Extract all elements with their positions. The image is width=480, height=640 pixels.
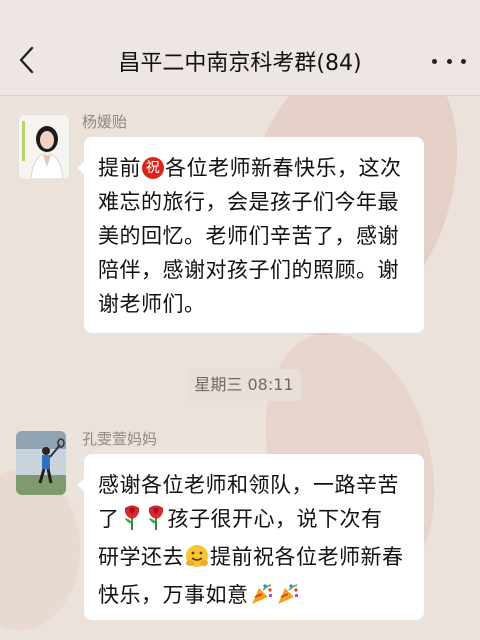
more-dots-icon [461, 58, 466, 64]
message-text: 各位老师新春快乐，这次 [165, 156, 402, 180]
message-line: 难忘的旅行，会是孩子们今年最 [98, 190, 399, 214]
sender-name: 孔雯萱妈妈 [82, 430, 158, 448]
back-button[interactable] [12, 44, 44, 76]
message-text: 提前祝各位老师新春 [210, 545, 404, 569]
message-text: 研学还去 [98, 545, 184, 569]
avatar[interactable] [18, 114, 70, 180]
avatar-woman-photo [19, 115, 69, 179]
message-line: 了 孩子很开心，说下次有 [98, 502, 410, 540]
message-line: 快乐，万事如意 [98, 578, 410, 616]
message-text: 提前 [98, 156, 141, 180]
message-line: 感谢各位老师和领队，一路辛苦 [98, 473, 399, 497]
more-dots-icon [432, 58, 437, 64]
party-popper-emoji-icon [250, 582, 274, 616]
zhu-badge-icon: 祝 [142, 157, 164, 179]
message-line: 美的回忆。老师们辛苦了，感谢 [98, 224, 399, 248]
timestamp: 星期三 08:11 [187, 369, 301, 401]
avatar-badminton-photo [16, 431, 66, 495]
sender-name: 杨媛贻 [82, 113, 128, 131]
message-text: 快乐，万事如意 [98, 583, 249, 607]
more-dots-icon [446, 58, 452, 64]
message-text: 了 [98, 507, 120, 531]
chevron-left-icon [19, 46, 34, 74]
message-text: 孩子很开心，说下次有 [167, 507, 383, 531]
message-bubble[interactable]: 提前祝各位老师新春快乐，这次 难忘的旅行，会是孩子们今年最 美的回忆。老师们辛苦… [77, 137, 424, 333]
message-line: 陪伴，感谢对孩子们的照顾。谢 [98, 258, 399, 282]
message-line: 提前祝各位老师新春快乐，这次 [98, 151, 410, 185]
message-bubble[interactable]: 感谢各位老师和领队，一路辛苦 了 孩子很开心，说下次有 研学还去 提前祝各位老师… [77, 454, 424, 620]
chat-title: 昌平二中南京科考群(84) [118, 51, 362, 76]
message-line: 谢老师们。 [98, 292, 206, 316]
chat-header: 昌平二中南京科考群(84) [0, 0, 480, 96]
rose-emoji-icon [121, 504, 143, 540]
party-popper-emoji-icon [276, 582, 300, 616]
more-button[interactable] [432, 56, 466, 66]
rose-emoji-icon [145, 504, 167, 540]
avatar[interactable] [16, 431, 66, 495]
message-line: 研学还去 提前祝各位老师新春 [98, 540, 410, 578]
hugging-face-emoji-icon [185, 544, 209, 578]
